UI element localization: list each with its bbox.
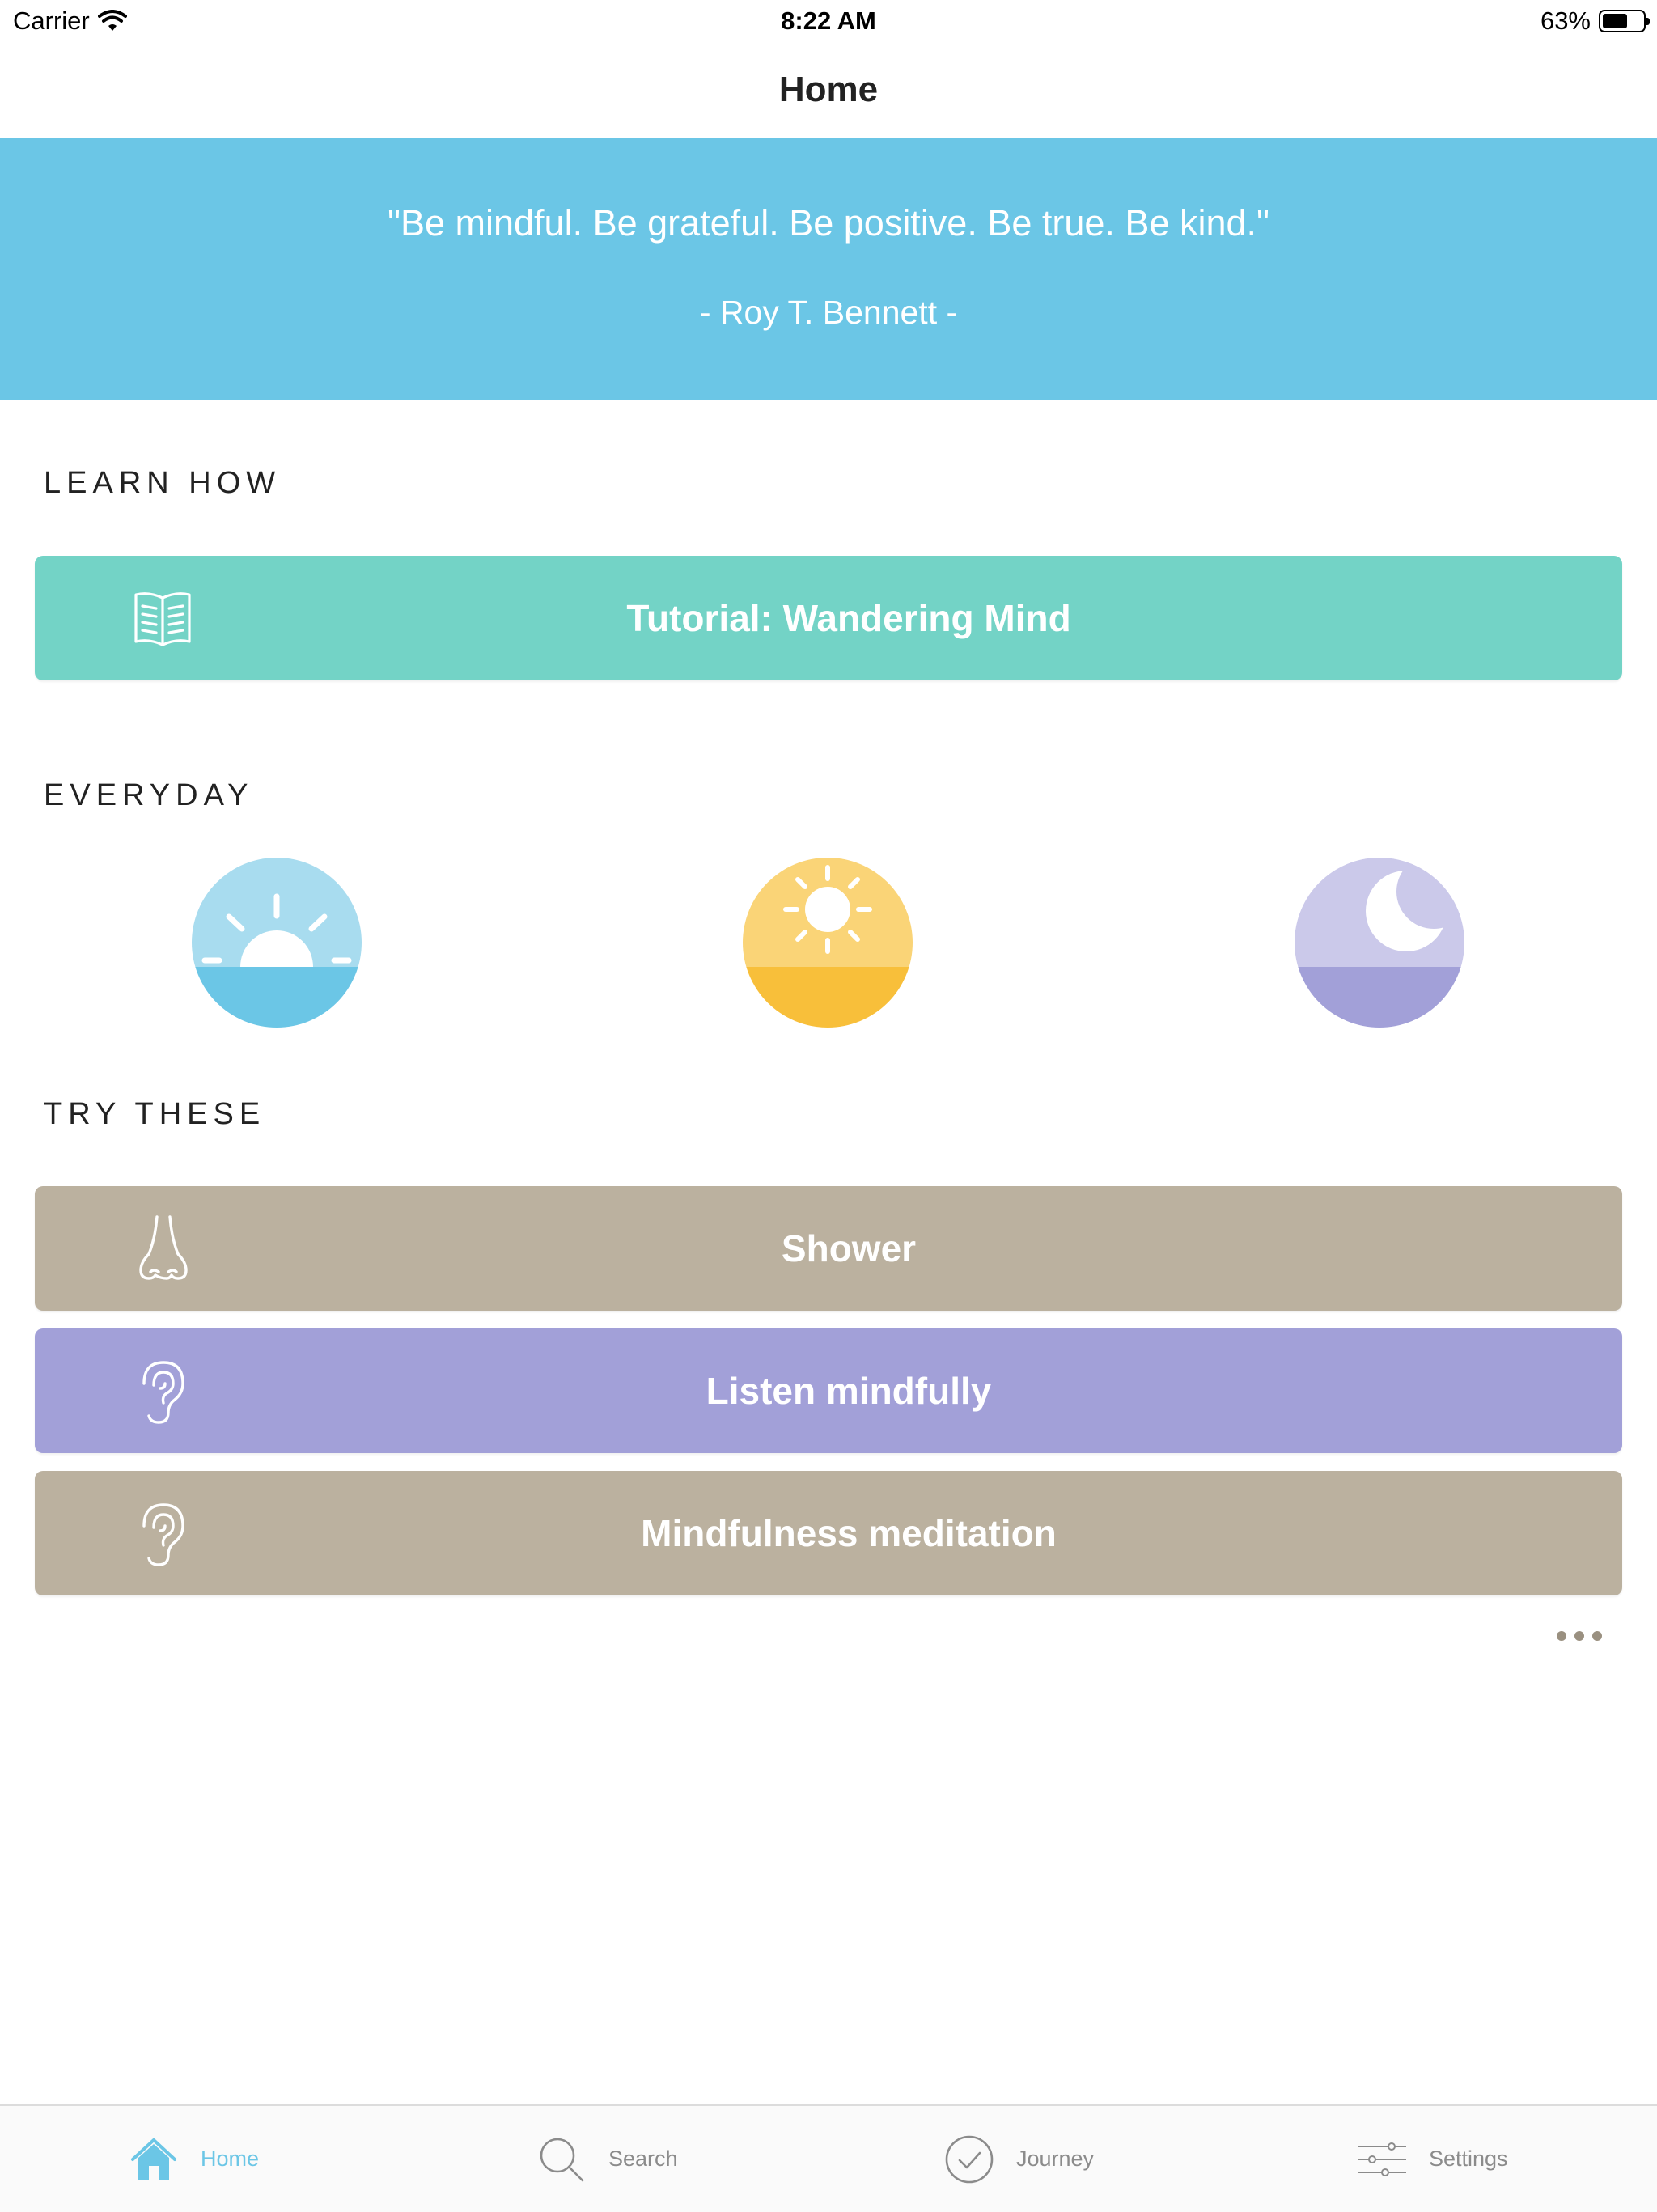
sunrise-icon (192, 858, 362, 1028)
search-icon (540, 2138, 584, 2181)
tab-journey[interactable]: Journey (943, 2106, 1094, 2212)
morning-button[interactable] (192, 858, 362, 1028)
tab-label: Journey (1016, 2146, 1095, 2171)
tab-label: Settings (1429, 2146, 1508, 2171)
status-right: 63% (1540, 6, 1650, 36)
quote-text: "Be mindful. Be grateful. Be positive. B… (387, 202, 1270, 244)
evening-button[interactable] (1295, 858, 1464, 1028)
tutorial-label: Tutorial: Wandering Mind (626, 597, 1071, 639)
sun-icon (743, 858, 913, 1028)
tab-label: Home (201, 2146, 260, 2171)
battery-fill (1603, 14, 1627, 28)
quote-banner: "Be mindful. Be grateful. Be positive. B… (0, 138, 1657, 400)
moon-icon (1295, 858, 1464, 1028)
more-dots-icon[interactable] (1555, 1626, 1604, 1646)
activity-button-shower[interactable]: Shower (35, 1186, 1622, 1311)
tab-home[interactable]: Home (128, 2106, 259, 2212)
battery-percent: 63% (1540, 6, 1591, 35)
midday-button[interactable] (743, 858, 913, 1028)
section-heading-everyday: EVERYDAY (44, 778, 254, 812)
checkmark-circle-icon (945, 2135, 994, 2183)
sliders-icon (1358, 2142, 1406, 2176)
activity-label: Shower (781, 1227, 917, 1269)
tutorial-button[interactable]: Tutorial: Wandering Mind (35, 556, 1622, 680)
status-time: 8:22 AM (781, 6, 876, 35)
activity-label: Mindfulness meditation (641, 1512, 1057, 1554)
battery-nub (1646, 18, 1650, 25)
home-icon (131, 2138, 176, 2180)
status-bar: Carrier 8:22 AM 63% (0, 0, 1657, 45)
tab-settings[interactable]: Settings (1356, 2106, 1508, 2212)
section-heading-try-these: TRY THESE (44, 1097, 266, 1131)
tab-bar: Home Search Journey Settings (0, 2104, 1657, 2212)
battery-icon (1599, 10, 1650, 32)
tab-label: Search (608, 2146, 678, 2171)
activity-button-listen-mindfully[interactable]: Listen mindfully (35, 1328, 1622, 1453)
page-title: Home (778, 70, 879, 109)
activity-label: Listen mindfully (706, 1370, 992, 1412)
tab-search[interactable]: Search (536, 2106, 678, 2212)
section-heading-learn-how: LEARN HOW (44, 466, 282, 500)
activity-button-mindfulness-meditation[interactable]: Mindfulness meditation (35, 1471, 1622, 1595)
navigation-bar: Home (0, 45, 1657, 138)
quote-author: - Roy T. Bennett - (699, 294, 958, 331)
